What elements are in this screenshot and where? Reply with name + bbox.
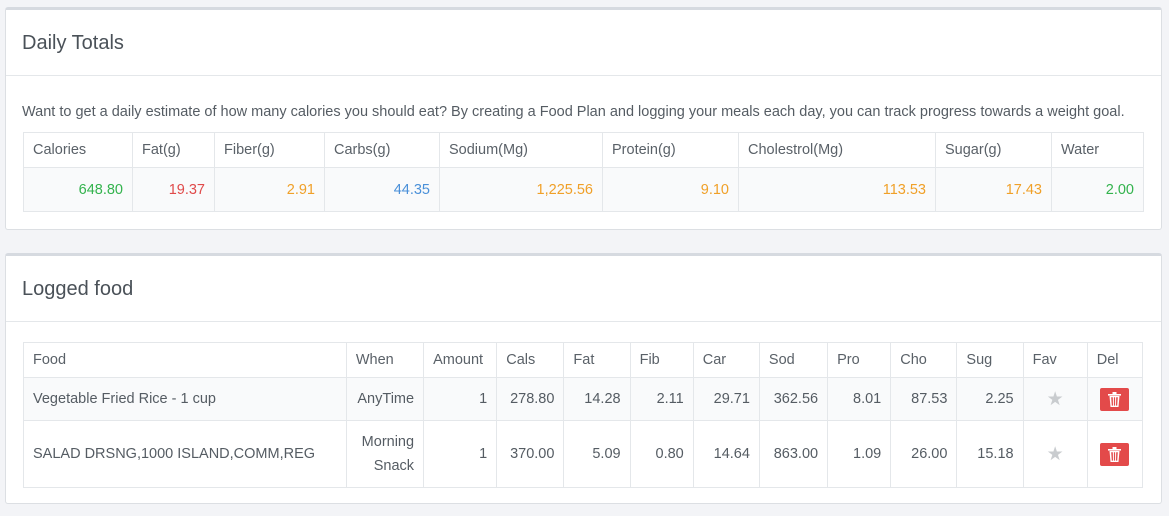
food-sug: 15.18 [956, 420, 1024, 488]
food-pro: 1.09 [827, 420, 892, 488]
total-fiber: 2.91 [214, 167, 325, 212]
delete-cell [1086, 377, 1144, 421]
food-cho: 26.00 [890, 420, 958, 488]
star-icon[interactable]: ★ [1047, 389, 1064, 410]
food-fib: 0.80 [629, 420, 694, 488]
food-sod: 362.56 [758, 377, 829, 421]
food-when: AnyTime [345, 377, 425, 421]
delete-button[interactable] [1100, 387, 1130, 411]
food-cho: 87.53 [890, 377, 958, 421]
header-carbs: Carbs(g) [324, 132, 440, 168]
col-cho: Cho [890, 342, 958, 378]
header-water: Water [1051, 132, 1144, 168]
header-sugar: Sugar(g) [935, 132, 1052, 168]
daily-totals-description: Want to get a daily estimate of how many… [22, 104, 1125, 120]
col-cals: Cals [496, 342, 565, 378]
header-cholestrol: Cholestrol(Mg) [738, 132, 936, 168]
col-fat: Fat [563, 342, 631, 378]
food-cals: 278.80 [496, 377, 565, 421]
food-pro: 8.01 [827, 377, 892, 421]
food-car: 14.64 [692, 420, 760, 488]
total-water: 2.00 [1051, 167, 1144, 212]
header-sodium: Sodium(Mg) [439, 132, 603, 168]
total-sodium: 1,225.56 [439, 167, 603, 212]
food-sod: 863.00 [758, 420, 829, 488]
delete-button[interactable] [1100, 442, 1130, 466]
logged-food-table: Food When Amount Cals Fat Fib Car Sod Pr… [23, 342, 1144, 488]
star-icon[interactable]: ★ [1047, 444, 1064, 465]
col-when: When [345, 342, 425, 378]
food-fat: 5.09 [563, 420, 631, 488]
food-sug: 2.25 [956, 377, 1024, 421]
food-cals: 370.00 [496, 420, 565, 488]
daily-totals-table: Calories Fat(g) Fiber(g) Carbs(g) Sodium… [23, 132, 1144, 212]
trash-icon [1108, 391, 1122, 407]
logged-food-panel: Logged food Food When Amount Cals Fat Fi… [5, 253, 1162, 504]
col-sod: Sod [758, 342, 829, 378]
food-fib: 2.11 [629, 377, 694, 421]
total-protein: 9.10 [602, 167, 739, 212]
header-fat: Fat(g) [132, 132, 215, 168]
food-name: SALAD DRSNG,1000 ISLAND,COMM,REG [23, 420, 347, 488]
col-food: Food [23, 342, 347, 378]
favorite-cell: ★ [1022, 420, 1088, 488]
total-calories: 648.80 [23, 167, 133, 212]
food-when: Morning Snack [345, 420, 425, 488]
trash-icon [1108, 446, 1122, 462]
food-name: Vegetable Fried Rice - 1 cup [23, 377, 347, 421]
favorite-cell: ★ [1022, 377, 1088, 421]
total-carbs: 44.35 [324, 167, 440, 212]
col-car: Car [692, 342, 760, 378]
header-calories: Calories [23, 132, 133, 168]
delete-cell [1086, 420, 1144, 488]
daily-totals-panel: Daily Totals Want to get a daily estimat… [5, 7, 1162, 230]
table-row: SALAD DRSNG,1000 ISLAND,COMM,REG Morning… [23, 420, 1144, 488]
logged-food-title: Logged food [6, 256, 1161, 322]
col-amount: Amount [423, 342, 498, 378]
food-fat: 14.28 [563, 377, 631, 421]
daily-totals-title: Daily Totals [6, 10, 1161, 76]
header-fiber: Fiber(g) [214, 132, 325, 168]
col-fav: Fav [1022, 342, 1088, 378]
total-fat: 19.37 [132, 167, 215, 212]
table-row: Vegetable Fried Rice - 1 cup AnyTime 1 2… [23, 377, 1144, 421]
total-cholestrol: 113.53 [738, 167, 936, 212]
food-amount: 1 [423, 420, 498, 488]
header-protein: Protein(g) [602, 132, 739, 168]
col-del: Del [1086, 342, 1144, 378]
col-fib: Fib [629, 342, 694, 378]
col-sug: Sug [956, 342, 1024, 378]
food-car: 29.71 [692, 377, 760, 421]
col-pro: Pro [827, 342, 892, 378]
total-sugar: 17.43 [935, 167, 1052, 212]
food-amount: 1 [423, 377, 498, 421]
